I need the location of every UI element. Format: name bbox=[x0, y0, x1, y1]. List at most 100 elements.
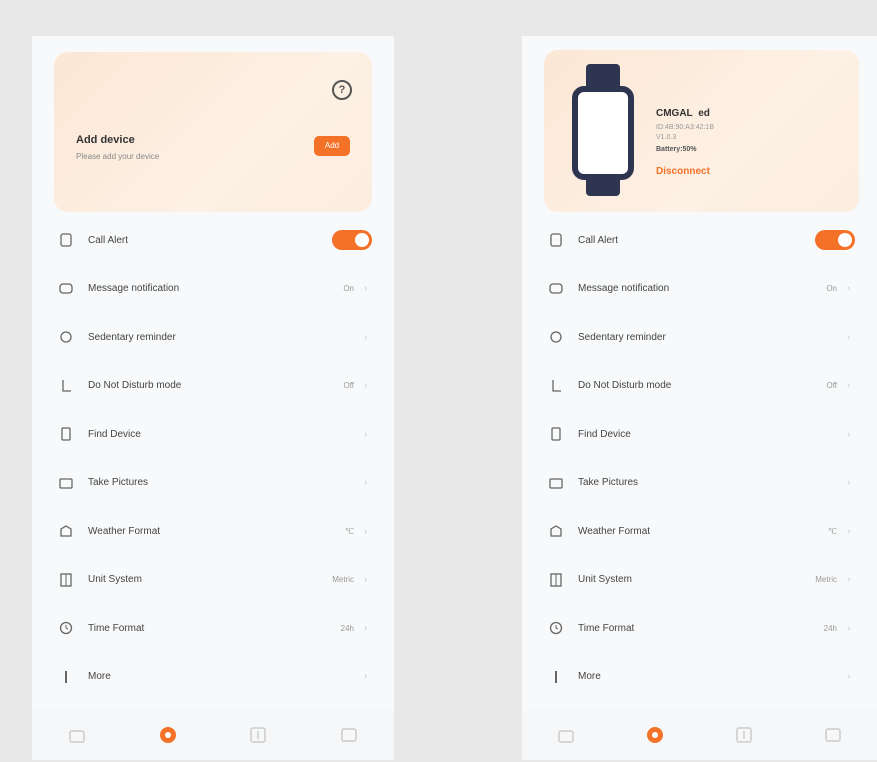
menu-item-label: More bbox=[578, 671, 601, 683]
menu-item-label: Do Not Disturb mode bbox=[88, 380, 182, 392]
menu-item-label: Unit System bbox=[88, 574, 142, 586]
device-battery: Battery:50% bbox=[656, 146, 697, 153]
sedentary-icon bbox=[58, 329, 74, 345]
menu-item-more[interactable]: More › bbox=[522, 653, 877, 702]
add-device-card: ? Add device Please add your device Add bbox=[54, 52, 372, 212]
sedentary-icon bbox=[548, 329, 564, 345]
menu-item-label: More bbox=[88, 671, 111, 683]
chevron-right-icon: › bbox=[364, 622, 368, 634]
ruler-icon bbox=[58, 572, 74, 588]
profile-icon bbox=[824, 728, 841, 742]
menu-item-dnd-mode[interactable]: Do Not Disturb mode Off › bbox=[522, 362, 877, 411]
tab-device[interactable] bbox=[157, 724, 179, 746]
menu-item-more[interactable]: More › bbox=[32, 653, 394, 702]
chevron-right-icon: › bbox=[847, 380, 851, 392]
menu-item-label: Call Alert bbox=[88, 234, 129, 246]
clock-icon bbox=[548, 620, 564, 636]
help-icon[interactable]: ? bbox=[332, 80, 352, 100]
ruler-icon bbox=[548, 572, 564, 588]
chevron-right-icon: › bbox=[847, 574, 851, 586]
menu-item-call-alert[interactable]: Call Alert bbox=[32, 216, 394, 265]
menu-item-sedentary-reminder[interactable]: Sedentary reminder › bbox=[32, 313, 394, 362]
call-alert-toggle[interactable] bbox=[332, 230, 372, 251]
clock-icon bbox=[58, 620, 74, 636]
menu-item-value: Off bbox=[343, 381, 354, 391]
menu-item-find-device[interactable]: Find Device › bbox=[32, 410, 394, 459]
menu-item-label: Time Format bbox=[88, 622, 145, 634]
chevron-right-icon: › bbox=[847, 428, 851, 440]
chevron-right-icon: › bbox=[364, 428, 368, 440]
menu-item-label: Message notification bbox=[88, 283, 180, 295]
tab-profile[interactable] bbox=[338, 724, 360, 746]
menu-item-message-notification[interactable]: Message notification On › bbox=[522, 265, 877, 314]
chevron-right-icon: › bbox=[364, 331, 368, 343]
menu-item-label: Weather Format bbox=[578, 525, 651, 537]
menu-item-label: Take Pictures bbox=[578, 477, 639, 489]
menu-item-value: Metric bbox=[815, 575, 837, 585]
chevron-right-icon: › bbox=[364, 671, 368, 683]
tab-data[interactable] bbox=[247, 724, 269, 746]
add-device-subtitle: Please add your device bbox=[76, 152, 160, 161]
more-icon bbox=[58, 669, 74, 685]
data-icon bbox=[736, 727, 752, 743]
menu-item-take-pictures[interactable]: Take Pictures › bbox=[32, 459, 394, 508]
settings-menu: Call Alert Message notification On › Sed… bbox=[522, 216, 877, 701]
moon-icon bbox=[58, 378, 74, 394]
menu-item-unit-system[interactable]: Unit System Metric › bbox=[32, 556, 394, 605]
chevron-right-icon: › bbox=[364, 574, 368, 586]
menu-item-unit-system[interactable]: Unit System Metric › bbox=[522, 556, 877, 605]
menu-item-value: Off bbox=[826, 381, 837, 391]
menu-item-label: Call Alert bbox=[578, 234, 619, 246]
home-icon bbox=[69, 730, 85, 743]
phone-screen-connected: CMGAL ed ID:4B:90:A3:42:1B V1.0.3 Batter… bbox=[522, 36, 877, 760]
menu-item-time-format[interactable]: Time Format 24h › bbox=[32, 604, 394, 653]
watch-image bbox=[572, 64, 634, 196]
tab-data[interactable] bbox=[733, 724, 755, 746]
call-alert-toggle[interactable] bbox=[815, 230, 855, 251]
menu-item-dnd-mode[interactable]: Do Not Disturb mode Off › bbox=[32, 362, 394, 411]
menu-item-label: Do Not Disturb mode bbox=[578, 380, 672, 392]
chevron-right-icon: › bbox=[847, 525, 851, 537]
tab-device[interactable] bbox=[644, 724, 666, 746]
moon-icon bbox=[548, 378, 564, 394]
menu-item-label: Sedentary reminder bbox=[578, 331, 666, 343]
menu-item-value: ℃ bbox=[828, 526, 837, 536]
menu-item-value: ℃ bbox=[345, 526, 354, 536]
tab-home[interactable] bbox=[66, 724, 88, 746]
chevron-right-icon: › bbox=[847, 477, 851, 489]
menu-item-take-pictures[interactable]: Take Pictures › bbox=[522, 459, 877, 508]
add-device-title: Add device bbox=[76, 134, 135, 146]
chevron-right-icon: › bbox=[364, 283, 368, 295]
menu-item-label: Take Pictures bbox=[88, 477, 149, 489]
data-icon bbox=[250, 727, 266, 743]
tab-profile[interactable] bbox=[822, 724, 844, 746]
menu-item-sedentary-reminder[interactable]: Sedentary reminder › bbox=[522, 313, 877, 362]
menu-item-value: 24h bbox=[340, 623, 354, 633]
menu-item-weather-format[interactable]: Weather Format ℃ › bbox=[32, 507, 394, 556]
device-card: CMGAL ed ID:4B:90:A3:42:1B V1.0.3 Batter… bbox=[544, 50, 859, 212]
message-icon bbox=[548, 281, 564, 297]
find-device-icon bbox=[548, 426, 564, 442]
add-device-button[interactable]: Add bbox=[314, 136, 350, 156]
menu-item-message-notification[interactable]: Message notification On › bbox=[32, 265, 394, 314]
menu-item-label: Message notification bbox=[578, 283, 670, 295]
menu-item-value: On bbox=[826, 284, 837, 294]
chevron-right-icon: › bbox=[364, 477, 368, 489]
more-icon bbox=[548, 669, 564, 685]
camera-icon bbox=[58, 475, 74, 491]
bottom-tab-bar bbox=[522, 710, 877, 760]
menu-item-find-device[interactable]: Find Device › bbox=[522, 410, 877, 459]
chevron-right-icon: › bbox=[847, 331, 851, 343]
phone-screen-no-device: ? Add device Please add your device Add … bbox=[32, 36, 394, 760]
menu-item-value: 24h bbox=[823, 623, 837, 633]
chevron-right-icon: › bbox=[364, 525, 368, 537]
menu-item-time-format[interactable]: Time Format 24h › bbox=[522, 604, 877, 653]
menu-item-call-alert[interactable]: Call Alert bbox=[522, 216, 877, 265]
menu-item-label: Find Device bbox=[578, 428, 631, 440]
disconnect-link[interactable]: Disconnect bbox=[656, 166, 710, 177]
menu-item-weather-format[interactable]: Weather Format ℃ › bbox=[522, 507, 877, 556]
menu-item-label: Find Device bbox=[88, 428, 141, 440]
weather-icon bbox=[548, 523, 564, 539]
tab-home[interactable] bbox=[555, 724, 577, 746]
chevron-right-icon: › bbox=[847, 622, 851, 634]
